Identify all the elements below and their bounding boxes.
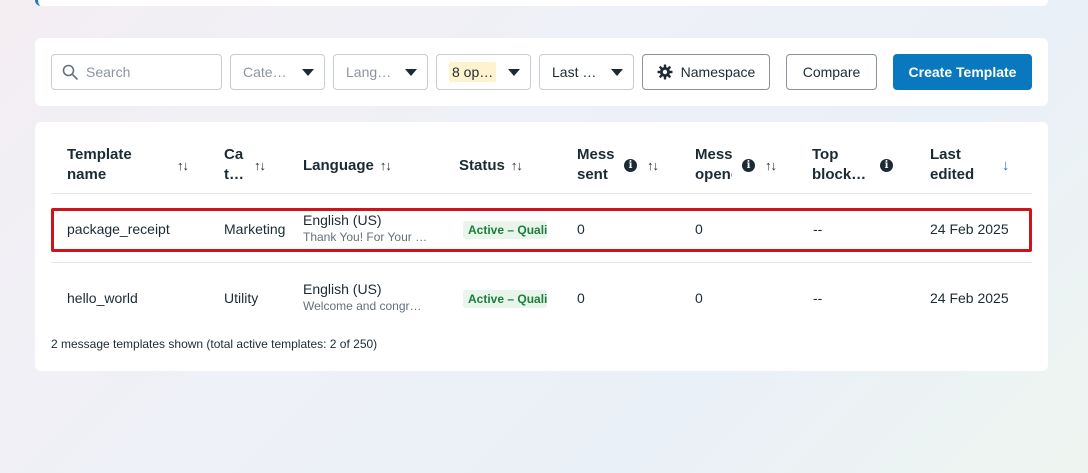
header-label: sent: [577, 166, 608, 183]
language-dropdown[interactable]: Lang…: [333, 54, 428, 90]
search-input[interactable]: Search: [51, 54, 222, 90]
language-label: English (US): [303, 212, 382, 228]
compare-button-label: Compare: [802, 64, 861, 80]
info-icon[interactable]: i: [742, 158, 755, 172]
column-header-last-edited[interactable]: Last edited ↓: [930, 144, 1030, 186]
template-name[interactable]: package_receipt: [67, 221, 170, 237]
header-label: block…: [812, 166, 867, 183]
messages-sent: 0: [577, 290, 585, 306]
templates-table: Template name ↑↓ Ca t… ↑↓ Language ↑↓ St…: [35, 122, 1048, 371]
sort-desc-icon[interactable]: ↓: [1002, 157, 1009, 174]
column-header-template-name[interactable]: Template name ↑↓: [67, 144, 193, 186]
column-header-top-block[interactable]: Top block… i: [812, 144, 912, 186]
language-label: English (US): [303, 281, 382, 297]
header-label: Mess: [695, 146, 732, 163]
row-divider: [51, 262, 1032, 263]
search-icon: [62, 64, 78, 80]
column-header-status[interactable]: Status ↑↓: [459, 144, 539, 186]
column-header-language[interactable]: Language ↑↓: [303, 144, 403, 186]
messages-opened: 0: [695, 290, 703, 306]
template-name[interactable]: hello_world: [67, 290, 138, 306]
category-dropdown[interactable]: Cate…: [230, 54, 325, 90]
info-icon[interactable]: i: [624, 158, 637, 172]
search-placeholder: Search: [86, 64, 131, 80]
status-badge: Active – Quali: [463, 290, 547, 308]
gear-icon: [657, 64, 673, 80]
template-category: Marketing: [224, 221, 286, 237]
top-block-reason: --: [813, 290, 823, 306]
caret-down-icon: [302, 68, 314, 76]
sort-icon[interactable]: ↑↓: [765, 158, 777, 173]
create-template-button[interactable]: Create Template: [893, 54, 1032, 90]
compare-button[interactable]: Compare: [786, 54, 877, 90]
header-label: edited: [930, 166, 975, 183]
sort-icon[interactable]: ↑↓: [380, 158, 392, 173]
last-edited-dropdown-label: Last …: [552, 64, 597, 80]
language-dropdown-label: Lang…: [346, 64, 392, 80]
header-label: Last: [930, 146, 961, 163]
template-language: English (US) Welcome and congr…: [303, 281, 433, 313]
status-dropdown-value: 8 op…: [449, 62, 497, 82]
header-label: Ca: [224, 146, 244, 163]
create-template-button-label: Create Template: [908, 64, 1017, 80]
header-label: Status: [459, 156, 505, 174]
sort-icon[interactable]: ↑↓: [647, 158, 659, 173]
sort-icon[interactable]: ↑↓: [511, 158, 523, 173]
template-category: Utility: [224, 290, 259, 306]
sort-icon[interactable]: ↑↓: [177, 158, 189, 173]
info-icon[interactable]: i: [880, 158, 893, 172]
column-header-messages-sent[interactable]: Mess sent i ↑↓: [577, 144, 677, 186]
table-row[interactable]: hello_world Utility English (US) Welcome…: [51, 277, 1032, 321]
status-dropdown[interactable]: 8 op…: [436, 54, 531, 90]
sort-icon[interactable]: ↑↓: [254, 158, 266, 173]
caret-down-icon: [405, 68, 417, 76]
template-preview: Thank You! For Your …: [303, 230, 428, 244]
namespace-button[interactable]: Namespace: [642, 54, 770, 90]
top-card: [35, 0, 1048, 6]
header-label: name: [67, 166, 107, 183]
filter-bar: Search Cate… Lang… 8 op… Last … Namespac…: [35, 38, 1048, 106]
table-footer-summary: 2 message templates shown (total active …: [51, 337, 378, 351]
status-badge: Active – Quali: [463, 221, 547, 239]
namespace-button-label: Namespace: [680, 64, 756, 80]
last-edited-dropdown[interactable]: Last …: [539, 54, 634, 90]
header-label: Mess: [577, 146, 615, 163]
header-label: opene: [695, 166, 732, 183]
category-dropdown-label: Cate…: [243, 64, 287, 80]
header-label: Language: [303, 156, 374, 174]
top-block-reason: --: [813, 221, 823, 237]
last-edited-date: 24 Feb 2025: [930, 290, 1009, 306]
messages-sent: 0: [577, 221, 585, 237]
header-label: Top: [812, 146, 839, 163]
column-header-messages-opened[interactable]: Mess opene i ↑↓: [695, 144, 795, 186]
column-header-category[interactable]: Ca t… ↑↓: [224, 144, 274, 186]
template-preview: Welcome and congr…: [303, 299, 422, 313]
caret-down-icon: [508, 68, 520, 76]
last-edited-date: 24 Feb 2025: [930, 221, 1009, 237]
template-language: English (US) Thank You! For Your …: [303, 212, 433, 244]
header-divider: [51, 193, 1032, 194]
header-label: t…: [224, 166, 244, 183]
messages-opened: 0: [695, 221, 703, 237]
header-label: Template: [67, 146, 132, 163]
caret-down-icon: [611, 68, 623, 76]
table-row[interactable]: package_receipt Marketing English (US) T…: [51, 208, 1032, 252]
